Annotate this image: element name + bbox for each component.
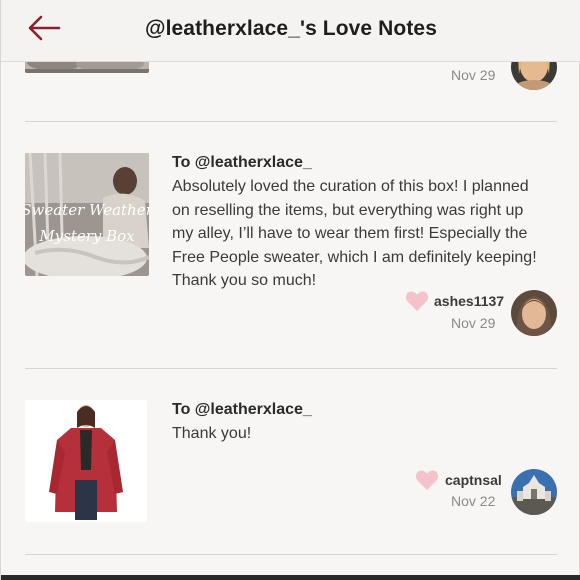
note-divider (25, 554, 557, 555)
note-message: Absolutely loved the curation of this bo… (172, 175, 557, 293)
note-date: Nov 29 (451, 67, 496, 83)
message-line: on reselling the items, but everything w… (172, 201, 524, 219)
note-username[interactable]: captnsal (445, 472, 502, 488)
note-message: Thank you! (172, 422, 557, 446)
love-notes-page: Nov 29 Sweater Weather Mystery Box To @l… (0, 0, 580, 580)
message-line: Absolutely loved the curation of this bo… (172, 178, 529, 195)
love-notes-feed[interactable]: Nov 29 Sweater Weather Mystery Box To @l… (1, 0, 580, 580)
note-divider (25, 368, 557, 369)
page-title: @leatherxlace_'s Love Notes (145, 17, 437, 40)
note-date: Nov 22 (451, 493, 496, 509)
heart-icon[interactable] (415, 469, 439, 491)
bottom-edge (1, 575, 580, 580)
note-thumbnail-sweater-weather[interactable]: Sweater Weather Mystery Box (25, 153, 149, 276)
note-recipient: To @leatherxlace_ (172, 154, 312, 171)
thumbnail-text-line2: Mystery Box (38, 227, 135, 245)
note-thumbnail-red-cardigan[interactable] (25, 400, 147, 522)
message-line: Thank you! (172, 425, 252, 442)
user-avatar[interactable] (511, 290, 557, 336)
heart-icon[interactable] (405, 290, 429, 312)
note-username[interactable]: ashes1137 (434, 293, 504, 309)
message-line: Free People sweater, which I am definite… (172, 248, 537, 266)
note-date: Nov 29 (451, 315, 496, 331)
message-line: Thank you so much! (172, 272, 317, 289)
note-recipient: To @leatherxlace_ (172, 401, 312, 418)
user-avatar[interactable] (511, 469, 557, 515)
top-header-bar: @leatherxlace_'s Love Notes (1, 0, 580, 62)
note-divider (25, 121, 557, 122)
message-line: my alley, I’ll have to wear them first! … (172, 225, 528, 242)
thumbnail-text-line1: Sweater Weather (25, 201, 149, 219)
